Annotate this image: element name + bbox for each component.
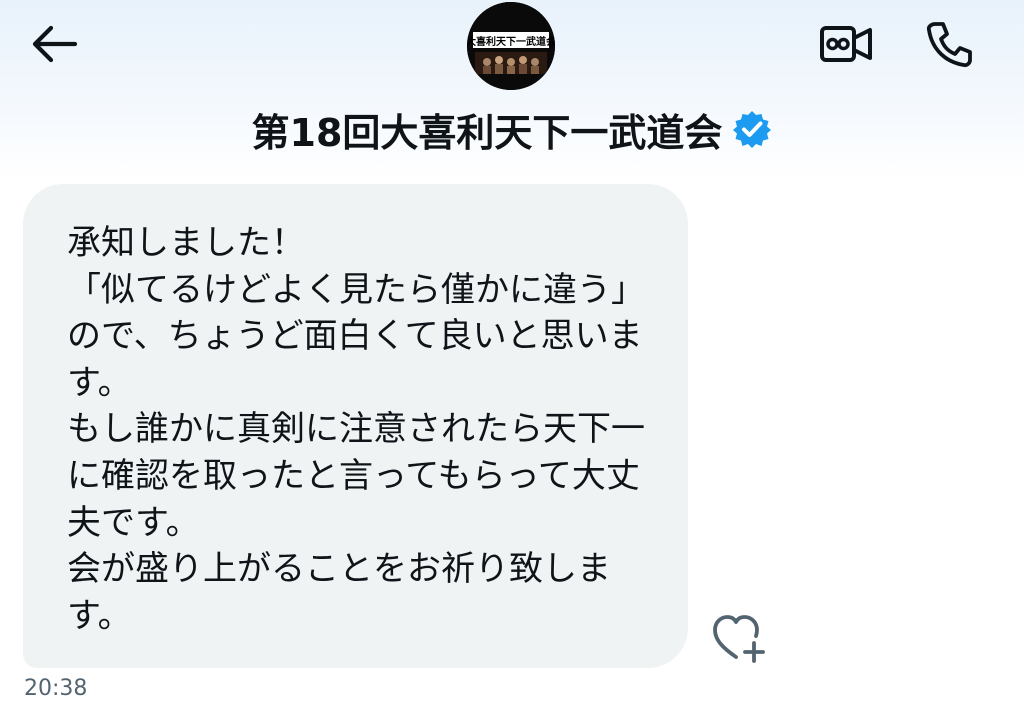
message-line: もし誰かに真剣に注意されたら天下一 bbox=[67, 409, 645, 450]
message-line: す。 bbox=[67, 362, 132, 403]
conversation-header: 大喜利天下一武道会 第18回大喜利天下一武道会 bbox=[0, 0, 1024, 180]
message-line: ので、ちょうど面白くて良いと思いま bbox=[67, 316, 643, 357]
message-line: 「似てるけどよく見たら僅かに違う」 bbox=[67, 269, 645, 310]
avatar-text: 大喜利天下一武道会 bbox=[467, 35, 555, 48]
voice-call-button[interactable] bbox=[918, 16, 980, 72]
video-call-button[interactable] bbox=[814, 18, 878, 70]
heart-plus-icon bbox=[713, 615, 765, 663]
conversation-title[interactable]: 第18回大喜利天下一武道会 bbox=[0, 100, 1024, 158]
arrow-left-icon bbox=[32, 25, 78, 63]
display-name: 第18回大喜利天下一武道会 bbox=[251, 110, 723, 155]
message-line: に確認を取ったと言ってもらって大丈 bbox=[67, 455, 640, 496]
back-button[interactable] bbox=[26, 22, 82, 66]
message-line: 会が盛り上がることをお祈り致しま bbox=[67, 549, 611, 590]
message-line: 夫です。 bbox=[67, 502, 200, 543]
verified-badge-icon bbox=[732, 109, 772, 149]
message-timestamp: 20:38 bbox=[24, 676, 88, 701]
message-line: す。 bbox=[67, 595, 132, 636]
phone-icon bbox=[926, 22, 972, 68]
video-camera-icon bbox=[820, 26, 872, 62]
message-bubble[interactable]: 承知しました！ 「似てるけどよく見たら僅かに違う」 ので、ちょうど面白くて良いと… bbox=[23, 184, 688, 668]
avatar[interactable]: 大喜利天下一武道会 bbox=[467, 2, 555, 90]
avatar-image: 大喜利天下一武道会 bbox=[467, 2, 555, 90]
react-button[interactable] bbox=[706, 608, 772, 668]
message-line: 承知しました！ bbox=[67, 223, 305, 263]
